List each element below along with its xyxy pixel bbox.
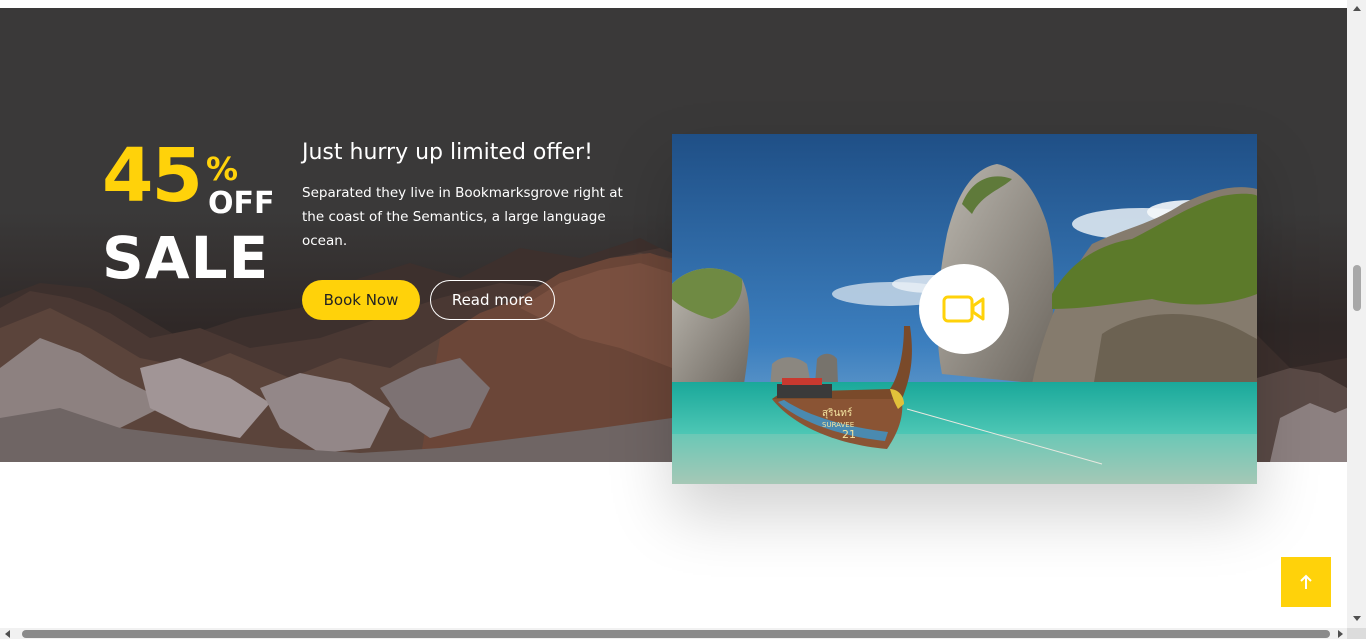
offer-buttons: Book Now Read more	[302, 280, 555, 320]
book-now-button[interactable]: Book Now	[302, 280, 420, 320]
scroll-down-arrow-icon[interactable]	[1353, 616, 1361, 621]
video-card[interactable]: สุรินทร์ SURAVEE 21	[672, 134, 1257, 484]
sale-badge: 45 % OFF SALE	[102, 139, 282, 293]
scroll-right-arrow-icon[interactable]	[1338, 630, 1343, 638]
boat-name-thai: สุรินทร์	[822, 407, 853, 419]
offer-text-block: Just hurry up limited offer! Separated t…	[302, 140, 632, 253]
arrow-up-icon	[1300, 574, 1312, 589]
sale-label: SALE	[102, 224, 270, 292]
scroll-left-arrow-icon[interactable]	[5, 630, 10, 638]
sale-percent-sign: %	[206, 150, 239, 188]
scrollbar-corner	[1347, 628, 1366, 639]
offer-description: Separated they live in Bookmarksgrove ri…	[302, 185, 623, 249]
horizontal-scroll-thumb[interactable]	[22, 630, 1330, 638]
back-to-top-button[interactable]	[1281, 557, 1331, 607]
horizontal-scrollbar[interactable]	[0, 628, 1347, 639]
sale-percentage-number: 45	[102, 133, 203, 219]
read-more-button[interactable]: Read more	[430, 280, 555, 320]
video-camera-icon	[942, 295, 985, 323]
scroll-up-arrow-icon[interactable]	[1353, 6, 1361, 11]
offer-title: Just hurry up limited offer!	[302, 140, 593, 165]
sale-off-label: OFF	[208, 186, 275, 221]
boat-number: 21	[842, 428, 856, 441]
vertical-scrollbar[interactable]	[1347, 0, 1366, 628]
play-video-button[interactable]	[919, 264, 1009, 354]
vertical-scroll-thumb[interactable]	[1353, 265, 1361, 311]
